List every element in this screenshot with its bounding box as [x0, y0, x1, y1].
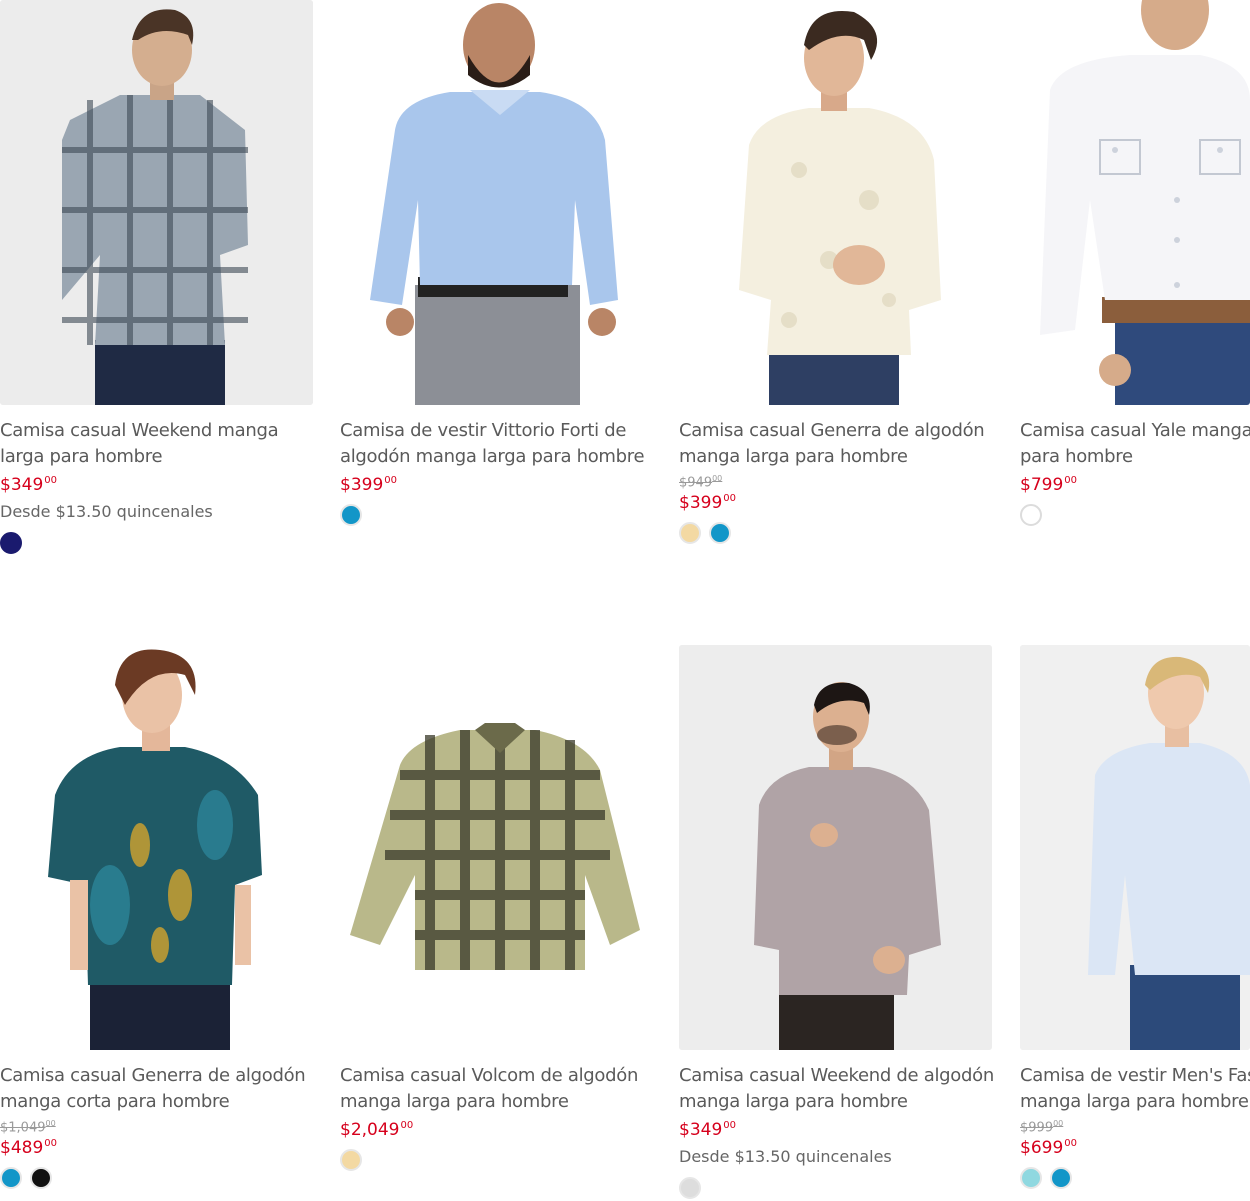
color-swatches — [1020, 504, 1250, 528]
color-swatch-blue[interactable] — [340, 504, 362, 526]
product-image[interactable] — [679, 645, 992, 1050]
color-swatches — [679, 1177, 993, 1201]
color-swatches — [0, 532, 314, 556]
product-title[interactable]: Camisa casual Generra de algodón manga la… — [679, 418, 1009, 470]
color-swatch-blue[interactable] — [709, 522, 731, 544]
color-swatch-white[interactable] — [1020, 504, 1042, 526]
product-card[interactable]: Camisa de vestir Men's Fas manga larga pa… — [1020, 645, 1250, 1191]
product-price: $34900 — [0, 475, 57, 495]
product-card[interactable]: Camisa casual Yale manga para hombre $799… — [1020, 0, 1250, 528]
color-swatches — [340, 504, 654, 528]
color-swatch-blue[interactable] — [0, 1167, 22, 1189]
product-image[interactable] — [0, 645, 313, 1050]
original-price: $1,04900 — [0, 1119, 56, 1136]
color-swatch-black[interactable] — [30, 1167, 52, 1189]
product-image[interactable] — [679, 0, 992, 405]
product-image[interactable] — [1020, 645, 1250, 1050]
color-swatch-blue[interactable] — [1050, 1167, 1072, 1189]
product-price: $34900 — [679, 1120, 736, 1140]
product-image[interactable] — [1020, 0, 1250, 405]
installments-text: Desde $13.50 quincenales — [0, 502, 213, 521]
product-price: $79900 — [1020, 475, 1077, 495]
color-swatch-gray[interactable] — [679, 1177, 701, 1199]
product-title[interactable]: Camisa de vestir Vittorio Forti de algodó… — [340, 418, 670, 470]
original-price: $99900 — [1020, 1119, 1064, 1136]
color-swatch-navy[interactable] — [0, 532, 22, 554]
color-swatch-beige[interactable] — [340, 1149, 362, 1171]
color-swatch-beige[interactable] — [679, 522, 701, 544]
product-image[interactable] — [340, 0, 653, 405]
original-price: $94900 — [679, 474, 723, 491]
product-card[interactable]: Camisa casual Generra de algodón manga la… — [679, 0, 993, 546]
product-title[interactable]: Camisa casual Weekend de algodón manga la… — [679, 1063, 1009, 1115]
color-swatches — [1020, 1167, 1250, 1191]
product-card[interactable]: Camisa casual Weekend de algodón manga la… — [679, 645, 994, 1201]
color-swatches — [0, 1167, 314, 1191]
color-swatches — [340, 1149, 654, 1173]
installments-text: Desde $13.50 quincenales — [679, 1147, 892, 1166]
product-price: $39900 — [340, 475, 397, 495]
product-card[interactable]: Camisa casual Weekend manga larga para ho… — [0, 0, 314, 556]
product-card[interactable]: Camisa casual Volcom de algodón manga lar… — [340, 645, 654, 1173]
product-title[interactable]: Camisa casual Volcom de algodón manga lar… — [340, 1063, 670, 1115]
product-title[interactable]: Camisa casual Weekend manga larga para ho… — [0, 418, 330, 470]
color-swatch-light-blue[interactable] — [1020, 1167, 1042, 1189]
product-card[interactable]: Camisa de vestir Vittorio Forti de algodó… — [340, 0, 654, 528]
color-swatches — [679, 522, 993, 546]
product-card[interactable]: Camisa casual Generra de algodón manga co… — [0, 645, 314, 1191]
product-price: $69900 — [1020, 1138, 1077, 1158]
product-price: $48900 — [0, 1138, 57, 1158]
product-title[interactable]: Camisa casual Yale manga para hombre — [1020, 418, 1250, 470]
product-title[interactable]: Camisa de vestir Men's Fas manga larga pa… — [1020, 1063, 1250, 1115]
product-image[interactable] — [0, 0, 313, 405]
product-price: $2,04900 — [340, 1120, 414, 1140]
product-image[interactable] — [340, 645, 653, 1050]
product-title[interactable]: Camisa casual Generra de algodón manga co… — [0, 1063, 330, 1115]
product-price: $39900 — [679, 493, 736, 513]
